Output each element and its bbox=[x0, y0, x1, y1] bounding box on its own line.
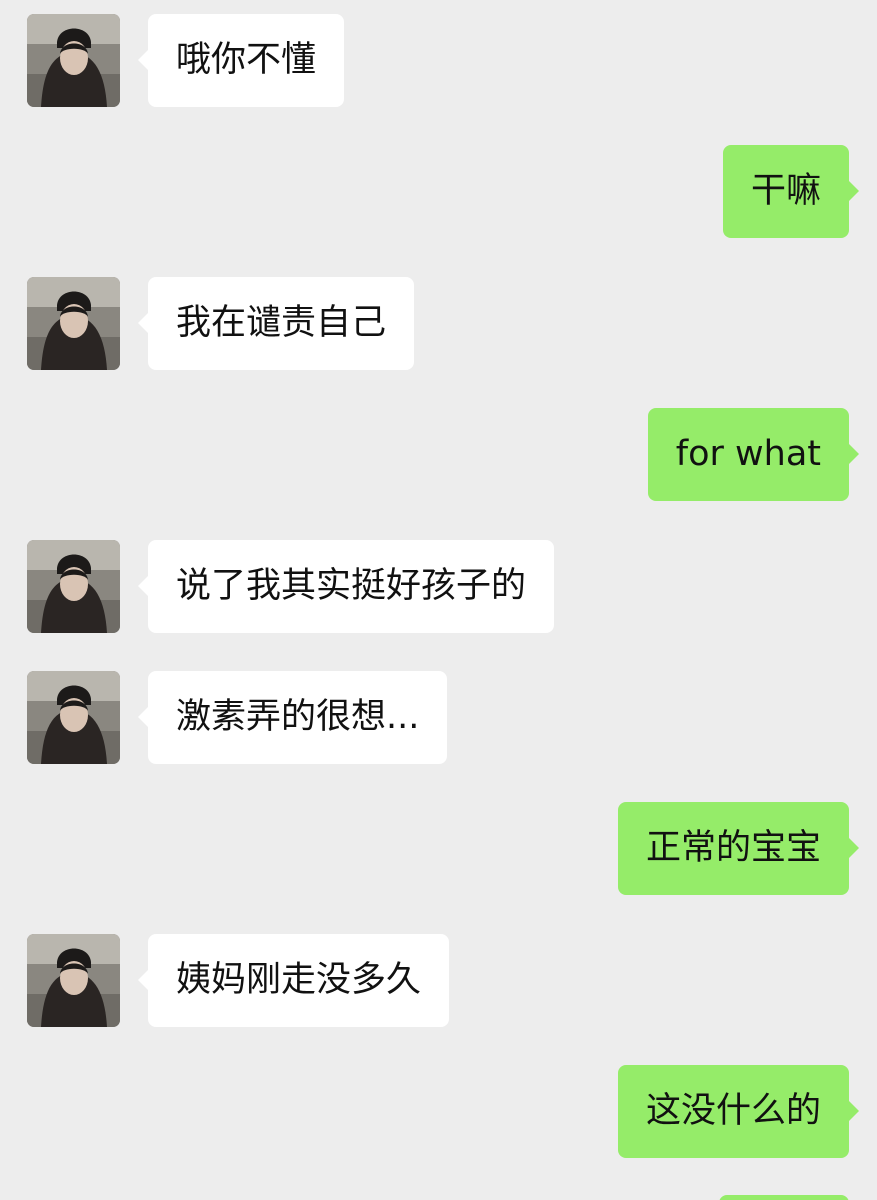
message-incoming: 激素弄的很想... bbox=[0, 671, 877, 764]
chat-message-list[interactable]: 哦你不懂 干嘛 我在谴责自己 for what 说了我其实挺好孩子的 激素弄的很… bbox=[0, 0, 877, 1200]
message-bubble[interactable]: 这没什么的 bbox=[617, 1065, 859, 1158]
message-bubble-partial[interactable] bbox=[719, 1195, 849, 1200]
message-bubble[interactable]: for what bbox=[647, 408, 859, 501]
message-bubble[interactable]: 说了我其实挺好孩子的 bbox=[138, 540, 555, 633]
message-text: 说了我其实挺好孩子的 bbox=[176, 566, 527, 606]
avatar[interactable] bbox=[27, 540, 120, 633]
message-text: 这没什么的 bbox=[645, 1091, 821, 1131]
avatar[interactable] bbox=[27, 671, 120, 764]
avatar-photo bbox=[27, 934, 120, 1027]
bubble-tail bbox=[848, 1100, 859, 1122]
bubble-tail bbox=[848, 443, 859, 465]
message-incoming: 哦你不懂 bbox=[0, 14, 877, 107]
bubble-tail bbox=[848, 180, 859, 202]
message-incoming: 我在谴责自己 bbox=[0, 277, 877, 370]
bubble-tail bbox=[138, 706, 149, 728]
message-text: 干嘛 bbox=[750, 171, 821, 211]
message-bubble[interactable]: 我在谴责自己 bbox=[138, 277, 415, 370]
avatar[interactable] bbox=[27, 277, 120, 370]
bubble-tail bbox=[138, 312, 149, 334]
bubble-tail bbox=[138, 575, 149, 597]
avatar[interactable] bbox=[27, 14, 120, 107]
avatar-photo bbox=[27, 671, 120, 764]
message-text: 哦你不懂 bbox=[176, 40, 317, 80]
avatar-photo bbox=[27, 14, 120, 107]
bubble-tail bbox=[848, 837, 859, 859]
message-outgoing: 这没什么的 bbox=[0, 1065, 877, 1158]
avatar-photo bbox=[27, 540, 120, 633]
message-outgoing: 干嘛 bbox=[0, 145, 877, 238]
message-outgoing: 正常的宝宝 bbox=[0, 802, 877, 895]
message-incoming: 姨妈刚走没多久 bbox=[0, 934, 877, 1027]
message-text: for what bbox=[675, 434, 821, 474]
bubble-tail bbox=[138, 969, 149, 991]
message-text: 姨妈刚走没多久 bbox=[176, 960, 422, 1000]
message-bubble[interactable]: 激素弄的很想... bbox=[138, 671, 448, 764]
message-bubble[interactable]: 姨妈刚走没多久 bbox=[138, 934, 450, 1027]
message-text: 正常的宝宝 bbox=[645, 828, 821, 868]
message-text: 激素弄的很想... bbox=[176, 697, 420, 737]
message-bubble[interactable]: 干嘛 bbox=[722, 145, 859, 238]
message-bubble[interactable]: 哦你不懂 bbox=[138, 14, 345, 107]
avatar[interactable] bbox=[27, 934, 120, 1027]
message-bubble[interactable]: 正常的宝宝 bbox=[617, 802, 859, 895]
bubble-tail bbox=[138, 49, 149, 71]
message-incoming: 说了我其实挺好孩子的 bbox=[0, 540, 877, 633]
message-text: 我在谴责自己 bbox=[176, 303, 387, 343]
message-outgoing: for what bbox=[0, 408, 877, 501]
avatar-photo bbox=[27, 277, 120, 370]
